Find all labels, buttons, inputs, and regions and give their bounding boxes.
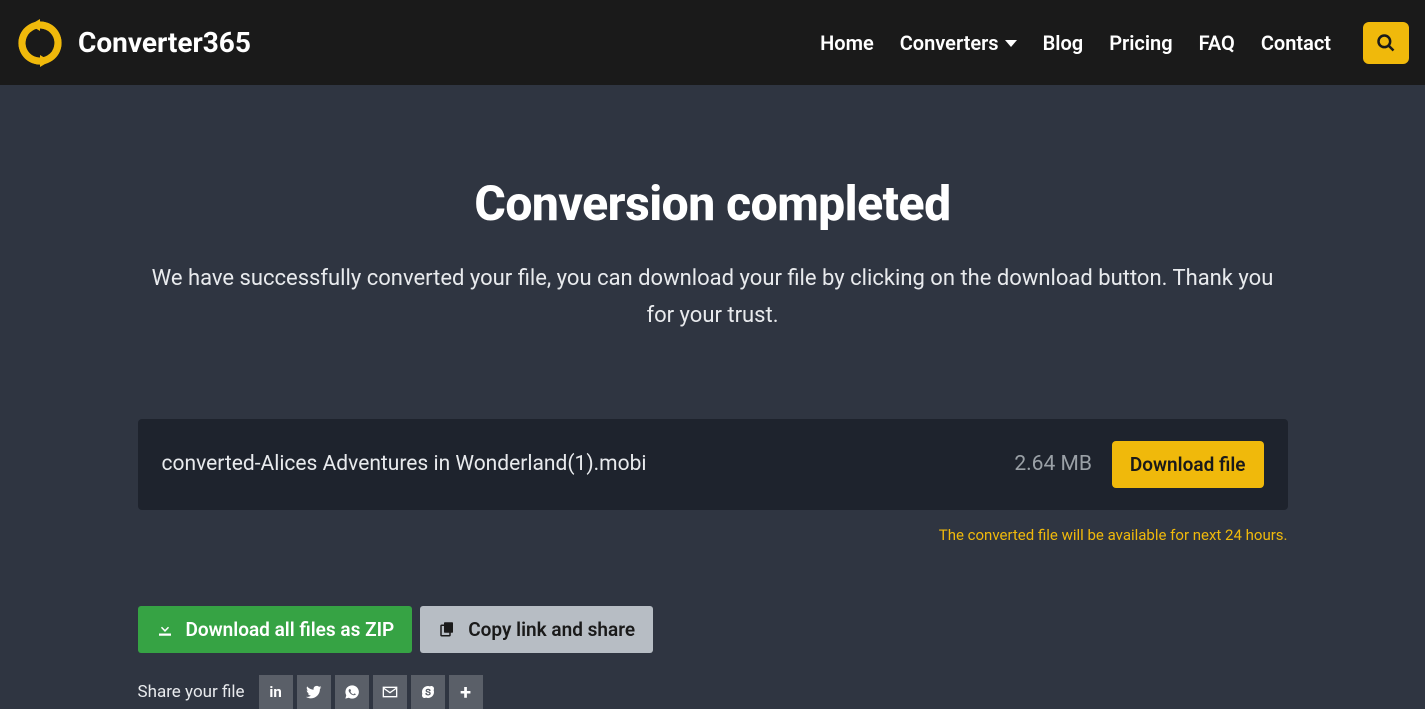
download-file-button[interactable]: Download file — [1112, 441, 1264, 488]
share-label: Share your file — [138, 682, 245, 702]
header: Converter365 Home Converters Blog Pricin… — [0, 0, 1425, 85]
share-twitter[interactable] — [297, 675, 331, 709]
converted-file-card: converted-Alices Adventures in Wonderlan… — [138, 419, 1288, 510]
download-zip-label: Download all files as ZIP — [186, 618, 395, 641]
copy-link-label: Copy link and share — [468, 618, 635, 641]
file-name: converted-Alices Adventures in Wonderlan… — [162, 452, 1015, 476]
copy-link-button[interactable]: Copy link and share — [420, 606, 653, 653]
nav-contact[interactable]: Contact — [1261, 31, 1331, 55]
whatsapp-icon — [344, 684, 360, 700]
main-nav: Home Converters Blog Pricing FAQ Contact — [820, 22, 1409, 64]
logo[interactable]: Converter365 — [16, 19, 251, 67]
email-icon — [382, 684, 398, 700]
chevron-down-icon — [1005, 40, 1017, 47]
plus-icon: + — [460, 682, 471, 702]
share-row: Share your file in — [138, 675, 1288, 709]
refresh-circle-icon — [16, 19, 64, 67]
skype-icon — [420, 684, 436, 700]
nav-converters-label: Converters — [900, 31, 999, 55]
nav-faq[interactable]: FAQ — [1199, 31, 1235, 55]
page-subtitle: We have successfully converted your file… — [138, 260, 1288, 335]
download-icon — [156, 620, 174, 638]
share-email[interactable] — [373, 675, 407, 709]
nav-converters[interactable]: Converters — [900, 31, 1017, 55]
share-linkedin[interactable]: in — [259, 675, 293, 709]
page-title: Conversion completed — [138, 175, 1288, 232]
nav-blog[interactable]: Blog — [1043, 31, 1084, 55]
actions-row: Download all files as ZIP Copy link and … — [138, 606, 1288, 653]
file-size: 2.64 MB — [1014, 452, 1092, 476]
copy-icon — [438, 620, 456, 638]
nav-home[interactable]: Home — [820, 31, 874, 55]
nav-pricing[interactable]: Pricing — [1109, 31, 1172, 55]
share-icons: in + — [259, 675, 483, 709]
share-more[interactable]: + — [449, 675, 483, 709]
download-zip-button[interactable]: Download all files as ZIP — [138, 606, 413, 653]
twitter-icon — [306, 684, 322, 700]
linkedin-icon: in — [269, 683, 281, 701]
retention-note: The converted file will be available for… — [138, 526, 1288, 544]
search-button[interactable] — [1363, 22, 1409, 64]
share-skype[interactable] — [411, 675, 445, 709]
main-content: Conversion completed We have successfull… — [138, 85, 1288, 709]
share-whatsapp[interactable] — [335, 675, 369, 709]
brand-name: Converter365 — [78, 26, 251, 59]
search-icon — [1376, 33, 1396, 53]
